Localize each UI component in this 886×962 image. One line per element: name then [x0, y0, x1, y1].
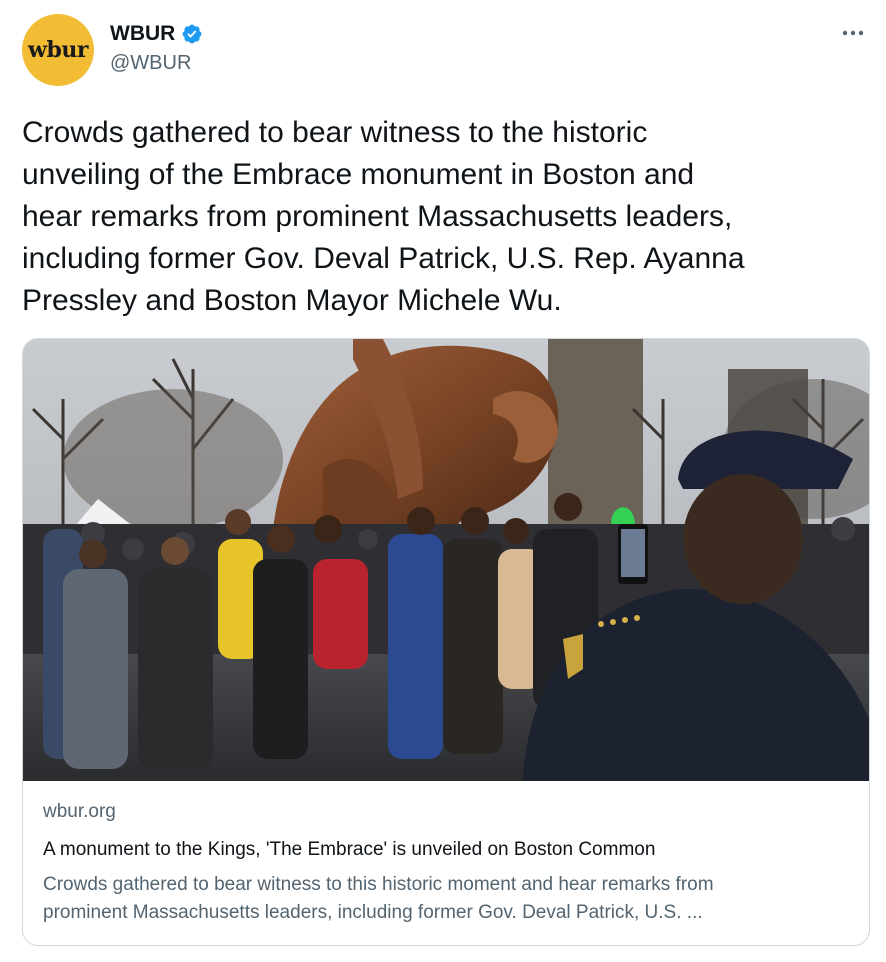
tweet-text-line: including former Gov. Deval Patrick, U.S…	[22, 242, 745, 275]
card-domain: wbur.org	[43, 801, 116, 822]
card-description-line: prominent Massachusetts leaders, includi…	[43, 902, 703, 923]
more-horizontal-icon	[842, 30, 864, 36]
tweet-text-line: Crowds gathered to bear witness to the h…	[22, 116, 648, 149]
tweet-text: Crowds gathered to bear witness to the h…	[22, 112, 868, 322]
display-name-row: WBUR	[110, 22, 203, 46]
tweet-header: wbur WBUR @WBUR	[22, 14, 872, 88]
verified-badge-icon	[182, 24, 202, 44]
card-photo[interactable]	[23, 339, 869, 781]
link-card[interactable]: wbur.org A monument to the Kings, 'The E…	[22, 338, 870, 946]
card-meta: wbur.org A monument to the Kings, 'The E…	[43, 801, 849, 927]
more-button[interactable]	[836, 16, 870, 50]
handle[interactable]: @WBUR	[110, 52, 203, 75]
card-description-line: Crowds gathered to bear witness to this …	[43, 874, 714, 895]
card-title[interactable]: A monument to the Kings, 'The Embrace' i…	[43, 839, 849, 861]
avatar-logo-text: wbur	[28, 37, 88, 63]
author-names: WBUR @WBUR	[110, 22, 203, 75]
tweet-text-line: hear remarks from prominent Massachusett…	[22, 200, 733, 233]
avatar[interactable]: wbur	[22, 14, 94, 86]
tweet-text-line: Pressley and Boston Mayor Michele Wu.	[22, 284, 562, 317]
tweet-text-line: unveiling of the Embrace monument in Bos…	[22, 158, 695, 191]
display-name[interactable]: WBUR	[110, 22, 175, 46]
card-description: Crowds gathered to bear witness to this …	[43, 871, 849, 927]
